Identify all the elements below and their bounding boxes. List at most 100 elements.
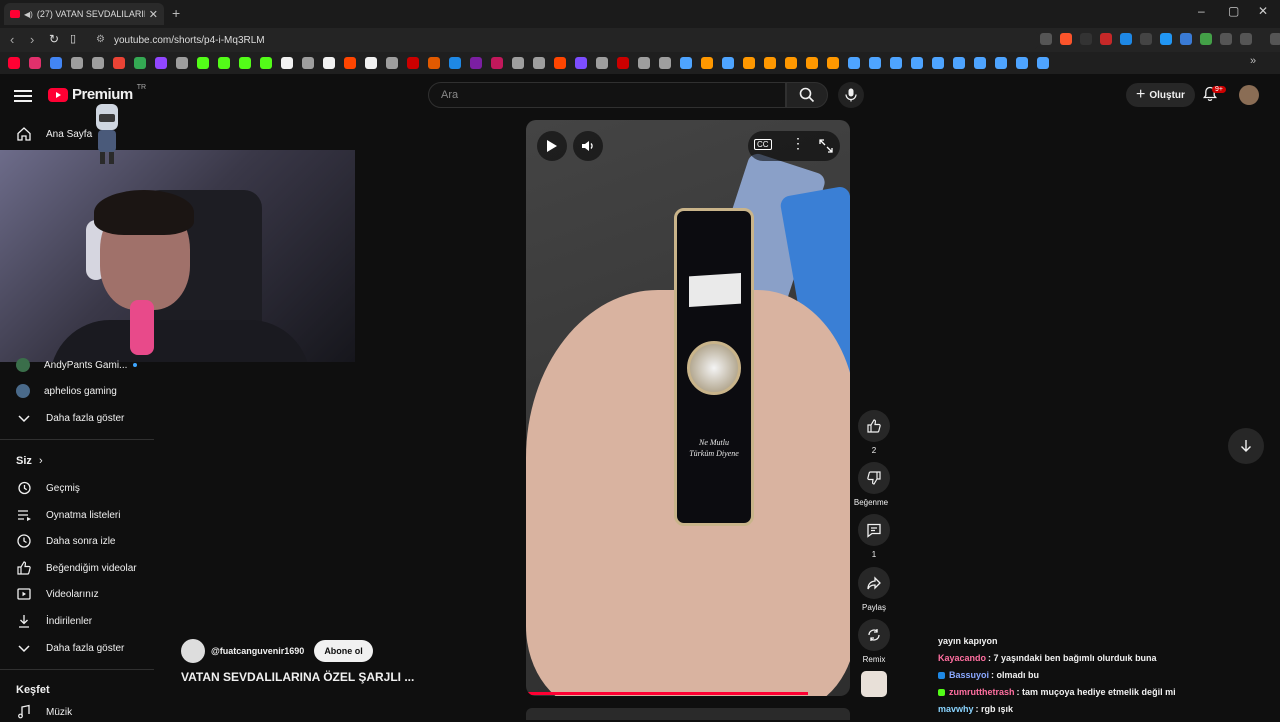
bookmark-favicon-icon[interactable] — [575, 57, 587, 69]
bookmark-favicon-icon[interactable] — [218, 57, 230, 69]
restore-button[interactable]: ▢ — [1228, 4, 1239, 18]
bookmark-favicon-icon[interactable] — [260, 57, 272, 69]
bookmark-favicon-icon[interactable] — [848, 57, 860, 69]
bookmark-favicon-icon[interactable] — [512, 57, 524, 69]
browser-tab[interactable]: ◀) (27) VATAN SEVDALILARINA ÖZEL ✕ — [4, 3, 164, 25]
volume-button[interactable] — [573, 131, 603, 161]
next-short-button[interactable] — [1228, 428, 1264, 464]
bookmark-favicon-icon[interactable] — [197, 57, 209, 69]
remix-button[interactable]: Remix — [858, 619, 890, 664]
brave-shield-icon[interactable] — [1060, 33, 1072, 45]
media-icon[interactable] — [1270, 33, 1280, 45]
bookmark-favicon-icon[interactable] — [155, 57, 167, 69]
close-tab-icon[interactable]: ✕ — [149, 8, 158, 21]
bookmark-favicon-icon[interactable] — [1016, 57, 1028, 69]
play-button[interactable] — [537, 131, 567, 161]
bookmark-favicon-icon[interactable] — [449, 57, 461, 69]
bookmark-icon[interactable]: ▯ — [70, 32, 76, 45]
bookmark-favicon-icon[interactable] — [995, 57, 1007, 69]
captions-icon[interactable]: CC — [754, 139, 772, 150]
bookmark-favicon-icon[interactable] — [134, 57, 146, 69]
share-icon[interactable] — [1040, 33, 1052, 45]
bookmark-favicon-icon[interactable] — [71, 57, 83, 69]
bookmark-favicon-icon[interactable] — [323, 57, 335, 69]
close-window-button[interactable]: ✕ — [1258, 4, 1268, 18]
fullscreen-icon[interactable] — [819, 139, 833, 153]
extension-icon[interactable] — [1120, 33, 1132, 45]
bookmark-favicon-icon[interactable] — [176, 57, 188, 69]
next-short-preview[interactable] — [526, 708, 850, 720]
sidebar-item-your-videos[interactable]: Videolarınız — [16, 584, 99, 604]
account-avatar[interactable] — [1239, 85, 1259, 105]
bookmark-favicon-icon[interactable] — [869, 57, 881, 69]
bookmark-favicon-icon[interactable] — [491, 57, 503, 69]
short-title[interactable]: VATAN SEVDALILARINA ÖZEL ŞARJLI ... — [181, 670, 414, 684]
extension-icon[interactable] — [1200, 33, 1212, 45]
bookmark-favicon-icon[interactable] — [764, 57, 776, 69]
bookmark-favicon-icon[interactable] — [386, 57, 398, 69]
bookmark-favicon-icon[interactable] — [407, 57, 419, 69]
new-tab-button[interactable]: + — [172, 5, 180, 21]
bookmark-favicon-icon[interactable] — [428, 57, 440, 69]
like-button[interactable]: 2 — [858, 410, 890, 455]
bookmark-favicon-icon[interactable] — [827, 57, 839, 69]
bookmark-favicon-icon[interactable] — [806, 57, 818, 69]
sidebar-icon[interactable] — [1240, 33, 1252, 45]
site-info-icon[interactable]: ⚙ — [96, 34, 105, 45]
bookmark-favicon-icon[interactable] — [29, 57, 41, 69]
you-section-heading[interactable]: Siz › — [16, 455, 43, 467]
forward-icon[interactable]: › — [30, 32, 34, 47]
dislike-button[interactable]: Beğenme — [854, 462, 890, 507]
bookmark-favicon-icon[interactable] — [701, 57, 713, 69]
bookmark-favicon-icon[interactable] — [617, 57, 629, 69]
sidebar-item-playlists[interactable]: Oynatma listeleri — [16, 505, 120, 525]
bookmark-favicon-icon[interactable] — [953, 57, 965, 69]
bookmark-favicon-icon[interactable] — [596, 57, 608, 69]
sound-thumbnail[interactable] — [861, 671, 887, 697]
sidebar-item-home[interactable]: Ana Sayfa — [16, 124, 92, 144]
channel-name[interactable]: @fuatcanguvenir1690 — [211, 646, 304, 656]
bookmark-favicon-icon[interactable] — [659, 57, 671, 69]
sidebar-item-downloads[interactable]: İndirilenler — [16, 611, 92, 631]
show-more-button[interactable]: Daha fazla göster — [16, 638, 124, 658]
playback-progress-bar[interactable] — [526, 692, 808, 695]
bookmark-favicon-icon[interactable] — [638, 57, 650, 69]
extension-icon[interactable] — [1160, 33, 1172, 45]
bookmark-favicon-icon[interactable] — [113, 57, 125, 69]
search-button[interactable] — [786, 82, 828, 108]
sidebar-item-subscription[interactable]: aphelios gaming — [16, 381, 117, 401]
comments-button[interactable]: 1 — [858, 514, 890, 559]
menu-icon[interactable] — [14, 87, 32, 105]
bookmark-favicon-icon[interactable] — [785, 57, 797, 69]
url-field[interactable]: ⚙ youtube.com/shorts/p4-i-Mq3RLM — [90, 30, 1040, 50]
voice-search-button[interactable] — [838, 82, 864, 108]
channel-avatar[interactable] — [181, 639, 205, 663]
puzzle-icon[interactable] — [1220, 33, 1232, 45]
extension-icon[interactable] — [1180, 33, 1192, 45]
share-button[interactable]: Paylaş — [858, 567, 890, 612]
bookmark-favicon-icon[interactable] — [1037, 57, 1049, 69]
reload-icon[interactable]: ↻ — [49, 32, 59, 46]
minimize-button[interactable]: – — [1198, 4, 1205, 18]
show-more-button[interactable]: Daha fazla göster — [16, 408, 124, 428]
bookmark-favicon-icon[interactable] — [302, 57, 314, 69]
sidebar-item-history[interactable]: Geçmiş — [16, 478, 80, 498]
bookmark-favicon-icon[interactable] — [554, 57, 566, 69]
bookmark-favicon-icon[interactable] — [722, 57, 734, 69]
more-bookmarks-icon[interactable]: » — [1250, 55, 1256, 67]
bookmark-favicon-icon[interactable] — [974, 57, 986, 69]
extension-icon[interactable] — [1140, 33, 1152, 45]
shorts-video-player[interactable]: Ne Mutlu Türküm Diyene CC ⋮ — [526, 120, 850, 696]
extension-icon[interactable] — [1080, 33, 1092, 45]
sidebar-item-music[interactable]: Müzik — [16, 702, 72, 722]
bookmark-favicon-icon[interactable] — [911, 57, 923, 69]
bookmark-favicon-icon[interactable] — [92, 57, 104, 69]
bookmark-favicon-icon[interactable] — [365, 57, 377, 69]
sidebar-item-watch-later[interactable]: Daha sonra izle — [16, 531, 115, 551]
bookmark-favicon-icon[interactable] — [239, 57, 251, 69]
youtube-logo[interactable]: Premium TR — [48, 84, 146, 103]
search-input[interactable]: Ara — [428, 82, 786, 108]
bookmark-favicon-icon[interactable] — [470, 57, 482, 69]
subscribe-button[interactable]: Abone ol — [314, 640, 373, 662]
back-icon[interactable]: ‹ — [10, 32, 14, 47]
